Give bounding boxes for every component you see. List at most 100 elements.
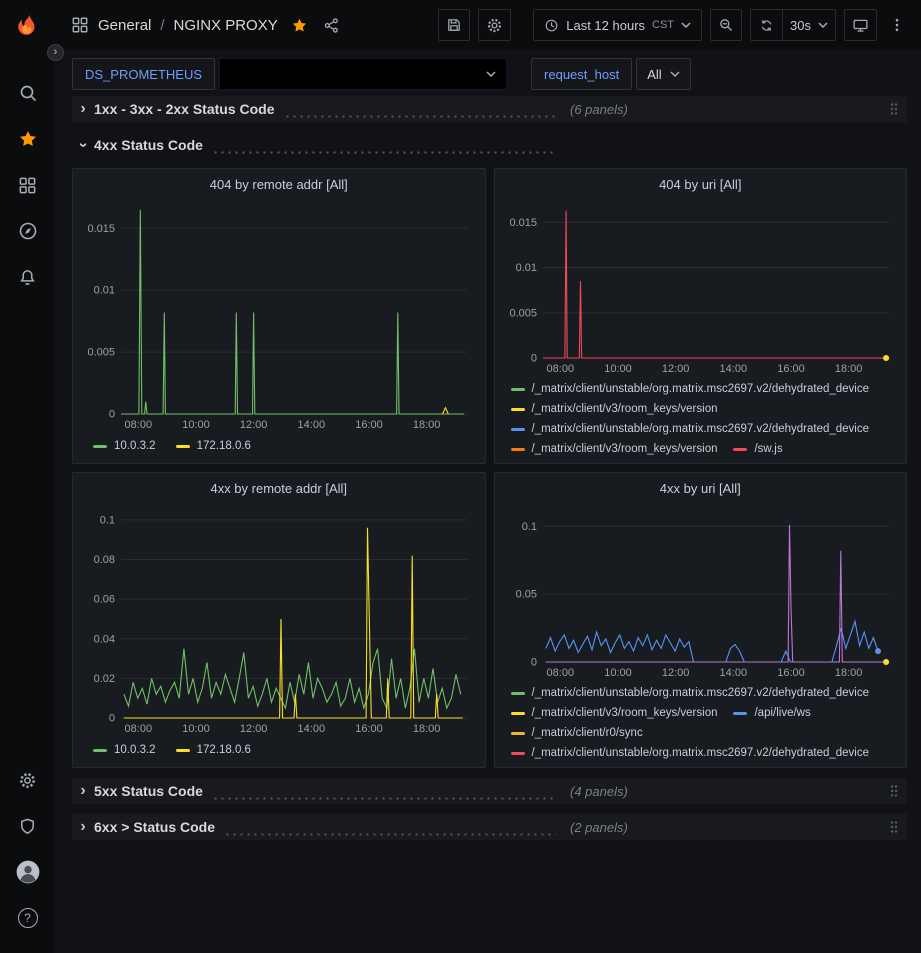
row-6xx-status-code[interactable]: › 6xx > Status Code (2 panels) bbox=[72, 814, 907, 840]
svg-text:08:00: 08:00 bbox=[125, 419, 153, 431]
panel-title[interactable]: 404 by remote addr [All] bbox=[81, 174, 477, 199]
chevron-down-icon bbox=[486, 71, 496, 77]
zoom-out-button[interactable] bbox=[710, 9, 742, 41]
sidebar-item-dashboards[interactable] bbox=[0, 162, 55, 208]
bell-icon bbox=[18, 268, 37, 287]
svg-text:12:00: 12:00 bbox=[240, 723, 268, 735]
grafana-flame-icon bbox=[15, 12, 41, 38]
grafana-logo[interactable] bbox=[0, 12, 55, 38]
svg-text:14:00: 14:00 bbox=[298, 723, 326, 735]
legend-color-marker bbox=[93, 445, 107, 448]
time-series-plot[interactable]: 00.0050.010.01508:0010:0012:0014:0016:00… bbox=[81, 199, 475, 431]
legend-item[interactable]: 172.18.0.6 bbox=[176, 742, 251, 759]
chevron-right-icon: › bbox=[72, 100, 94, 118]
datasource-value-select[interactable] bbox=[219, 58, 507, 90]
dotted-leader bbox=[284, 115, 556, 118]
panel-title[interactable]: 4xx by uri [All] bbox=[503, 478, 899, 503]
variable-label-request-host[interactable]: request_host bbox=[531, 58, 632, 90]
legend-label: /_matrix/client/r0/sync bbox=[532, 725, 643, 742]
legend-color-marker bbox=[511, 712, 525, 715]
apps-grid-icon bbox=[71, 16, 89, 34]
legend-item[interactable]: /_matrix/client/v3/room_keys/version bbox=[511, 441, 718, 457]
panel-legend: 10.0.3.2 172.18.0.6 bbox=[81, 735, 477, 759]
svg-text:18:00: 18:00 bbox=[834, 363, 862, 375]
legend-item[interactable]: /_matrix/client/unstable/org.matrix.msc2… bbox=[511, 685, 870, 702]
sidebar-item-help[interactable]: ? bbox=[0, 895, 55, 941]
panel-title[interactable]: 4xx by remote addr [All] bbox=[81, 478, 477, 503]
legend-color-marker bbox=[93, 749, 107, 752]
svg-text:0.04: 0.04 bbox=[94, 633, 115, 645]
time-series-plot[interactable]: 00.020.040.060.080.108:0010:0012:0014:00… bbox=[81, 503, 475, 735]
sidebar-item-starred[interactable] bbox=[0, 116, 55, 162]
breadcrumb-folder[interactable]: General bbox=[98, 17, 151, 34]
row-1xx-3xx-2xx-status-code[interactable]: › 1xx - 3xx - 2xx Status Code (6 panels) bbox=[72, 96, 907, 122]
sidebar-item-explore[interactable] bbox=[0, 208, 55, 254]
legend-item[interactable]: /_matrix/client/unstable/org.matrix.msc2… bbox=[511, 421, 870, 438]
svg-text:0.1: 0.1 bbox=[100, 514, 115, 526]
request-host-select[interactable]: All bbox=[636, 58, 690, 90]
kebab-menu-icon bbox=[889, 17, 905, 33]
legend-item[interactable]: /_matrix/client/unstable/org.matrix.msc2… bbox=[511, 745, 870, 761]
row-drag-handle-icon[interactable] bbox=[889, 820, 899, 834]
legend-item[interactable]: /_matrix/client/v3/room_keys/version bbox=[511, 401, 718, 418]
sidebar-item-server-admin[interactable] bbox=[0, 803, 55, 849]
save-dashboard-button[interactable] bbox=[438, 9, 470, 41]
refresh-button-group: 30s bbox=[750, 9, 836, 41]
chevron-down-icon bbox=[818, 22, 828, 28]
refresh-button[interactable] bbox=[750, 9, 782, 41]
favorite-star-icon[interactable] bbox=[291, 17, 308, 34]
legend-item[interactable]: 172.18.0.6 bbox=[176, 438, 251, 455]
svg-text:18:00: 18:00 bbox=[413, 419, 441, 431]
svg-text:18:00: 18:00 bbox=[834, 667, 862, 679]
row-4xx-status-code[interactable]: › 4xx Status Code bbox=[72, 132, 907, 158]
breadcrumb: General / NGINX PROXY bbox=[55, 16, 340, 34]
refresh-sync-icon bbox=[759, 18, 774, 33]
variable-label-ds-prometheus[interactable]: DS_PROMETHEUS bbox=[72, 58, 215, 90]
legend-item[interactable]: 10.0.3.2 bbox=[93, 742, 156, 759]
svg-text:0.015: 0.015 bbox=[509, 217, 537, 229]
panel-title[interactable]: 404 by uri [All] bbox=[503, 174, 899, 199]
sidebar-expand-button[interactable]: › bbox=[47, 44, 64, 61]
legend-color-marker bbox=[511, 388, 525, 391]
svg-text:12:00: 12:00 bbox=[240, 419, 268, 431]
time-series-plot[interactable]: 00.0050.010.01508:0010:0012:0014:0016:00… bbox=[503, 199, 897, 375]
legend-label: /_matrix/client/v3/room_keys/version bbox=[532, 401, 718, 418]
tv-mode-button[interactable] bbox=[844, 9, 877, 41]
chevron-right-icon: › bbox=[72, 818, 94, 836]
dashboard-settings-button[interactable] bbox=[478, 9, 511, 41]
breadcrumb-dashboard-title[interactable]: NGINX PROXY bbox=[174, 17, 278, 34]
svg-text:12:00: 12:00 bbox=[661, 363, 689, 375]
sidebar-item-search[interactable] bbox=[0, 70, 55, 116]
legend-item[interactable]: /_matrix/client/unstable/org.matrix.msc2… bbox=[511, 381, 870, 398]
share-icon[interactable] bbox=[323, 17, 340, 34]
legend-color-marker bbox=[733, 712, 747, 715]
row-5xx-status-code[interactable]: › 5xx Status Code (4 panels) bbox=[72, 778, 907, 804]
legend-item[interactable]: 10.0.3.2 bbox=[93, 438, 156, 455]
search-icon bbox=[18, 83, 38, 103]
star-icon bbox=[18, 129, 38, 149]
row-drag-handle-icon[interactable] bbox=[889, 784, 899, 798]
chevron-right-icon: › bbox=[72, 782, 94, 800]
svg-text:10:00: 10:00 bbox=[182, 419, 210, 431]
time-series-plot[interactable]: 00.050.108:0010:0012:0014:0016:0018:00 bbox=[503, 503, 897, 679]
legend-item[interactable]: /_matrix/client/v3/room_keys/version bbox=[511, 705, 718, 722]
svg-text:0.01: 0.01 bbox=[94, 285, 115, 297]
svg-text:16:00: 16:00 bbox=[355, 419, 383, 431]
legend-item[interactable]: /_matrix/client/r0/sync bbox=[511, 725, 643, 742]
sidebar-item-profile[interactable] bbox=[0, 849, 55, 895]
legend-item[interactable]: /sw.js bbox=[733, 441, 782, 457]
legend-item[interactable]: /api/live/ws bbox=[733, 705, 810, 722]
more-options-kebab-button[interactable] bbox=[885, 9, 909, 41]
panel-legend: /_matrix/client/unstable/org.matrix.msc2… bbox=[503, 679, 899, 761]
svg-text:0.08: 0.08 bbox=[94, 554, 115, 566]
time-range-picker[interactable]: Last 12 hours CST bbox=[533, 9, 702, 41]
panel-legend: 10.0.3.2 172.18.0.6 bbox=[81, 431, 477, 455]
refresh-interval-select[interactable]: 30s bbox=[782, 9, 836, 41]
sidebar-item-configuration[interactable] bbox=[0, 757, 55, 803]
dotted-leader bbox=[212, 797, 556, 800]
row-drag-handle-icon[interactable] bbox=[889, 102, 899, 116]
sidebar-item-alerting[interactable] bbox=[0, 254, 55, 300]
help-question-icon: ? bbox=[18, 908, 38, 928]
legend-label: /_matrix/client/unstable/org.matrix.msc2… bbox=[532, 745, 870, 761]
dotted-leader bbox=[212, 151, 556, 154]
